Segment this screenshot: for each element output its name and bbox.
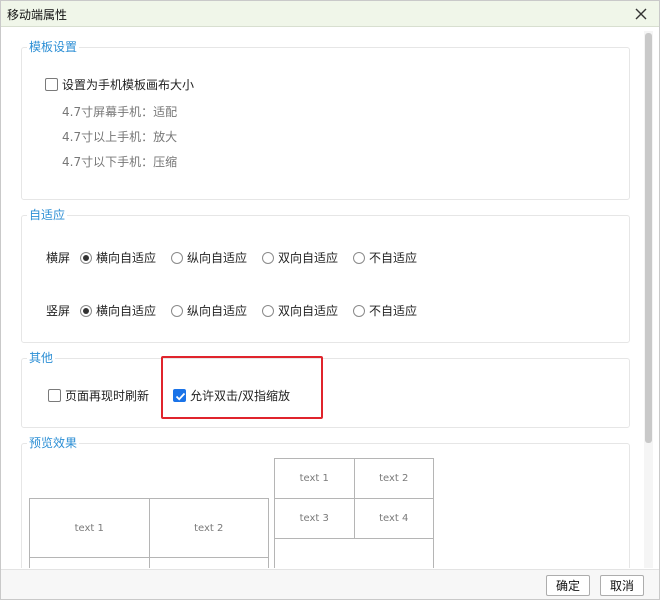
checkbox-label: 设置为手机模板画布大小: [62, 78, 195, 92]
radio-indicator[interactable]: [171, 304, 183, 317]
mobile-properties-dialog: 移动端属性 模板设置 设置为手机模板画布大小 4.7寸屏幕手机：适配 4.7寸以…: [0, 0, 660, 600]
title-bar: 移动端属性: [1, 1, 659, 27]
group-title-adaptive: 自适应: [27, 206, 68, 223]
note-shrink: 4.7寸以下手机：压缩: [62, 155, 178, 169]
table-cell: text 3: [274, 498, 355, 539]
radio-label: 纵向自适应: [187, 251, 248, 265]
adaptive-group: 自适应 横屏 横向自适应 纵向自适应 双向自适应 不自适应 竖屏 横向自适应 纵…: [21, 206, 630, 343]
landscape-vertical-radio[interactable]: 纵向自适应: [171, 249, 247, 266]
table-cell: text 1: [274, 458, 355, 499]
checkbox-box[interactable]: [48, 389, 61, 402]
scrollbar-thumb[interactable]: [645, 33, 652, 443]
radio-indicator[interactable]: [80, 251, 92, 264]
landscape-label: 横屏: [46, 251, 71, 265]
table-cell: text 1: [29, 498, 150, 558]
landscape-none-radio[interactable]: 不自适应: [353, 249, 417, 266]
content-scroll-area[interactable]: 模板设置 设置为手机模板画布大小 4.7寸屏幕手机：适配 4.7寸以上手机：放大…: [11, 31, 647, 568]
vertical-scrollbar[interactable]: [644, 31, 653, 568]
table-cell: [29, 557, 150, 568]
radio-label: 双向自适应: [278, 304, 339, 318]
close-icon: [635, 8, 647, 20]
group-title-other: 其他: [27, 349, 56, 366]
other-group: 其他 页面再现时刷新 允许双击/双指缩放: [21, 349, 630, 428]
table-row: text 1 text 2: [274, 458, 434, 499]
note-enlarge: 4.7寸以上手机：放大: [62, 130, 178, 144]
portrait-vertical-radio[interactable]: 纵向自适应: [171, 302, 247, 319]
portrait-none-radio[interactable]: 不自适应: [353, 302, 417, 319]
radio-label: 不自适应: [369, 251, 418, 265]
ok-button[interactable]: 确定: [546, 575, 590, 596]
radio-indicator[interactable]: [80, 304, 92, 317]
group-title-template: 模板设置: [27, 38, 80, 55]
template-settings-group: 模板设置 设置为手机模板画布大小 4.7寸屏幕手机：适配 4.7寸以上手机：放大…: [21, 38, 630, 200]
checkbox-label: 页面再现时刷新: [65, 389, 150, 403]
checkbox-box[interactable]: [45, 78, 58, 91]
portrait-label: 竖屏: [46, 304, 71, 318]
radio-label: 横向自适应: [96, 251, 157, 265]
table-row: [274, 538, 434, 568]
portrait-both-radio[interactable]: 双向自适应: [262, 302, 338, 319]
radio-indicator[interactable]: [262, 304, 274, 317]
phone-template-checkbox[interactable]: 设置为手机模板画布大小: [45, 76, 194, 93]
table-cell: text 2: [353, 458, 434, 499]
table-cell: text 4: [353, 498, 434, 539]
close-button[interactable]: [631, 4, 651, 24]
table-cell: text 2: [148, 498, 269, 558]
landscape-horizontal-radio[interactable]: 横向自适应: [80, 249, 156, 266]
radio-indicator[interactable]: [353, 304, 365, 317]
radio-label: 双向自适应: [278, 251, 339, 265]
cancel-button[interactable]: 取消: [600, 575, 644, 596]
preview-table-left: text 1 text 2: [29, 498, 269, 568]
landscape-both-radio[interactable]: 双向自适应: [262, 249, 338, 266]
refresh-on-show-checkbox[interactable]: 页面再现时刷新: [48, 387, 149, 404]
radio-label: 不自适应: [369, 304, 418, 318]
table-cell-empty: [274, 538, 434, 568]
table-row: [29, 557, 269, 568]
radio-label: 纵向自适应: [187, 304, 248, 318]
window-title: 移动端属性: [7, 8, 68, 22]
radio-indicator[interactable]: [353, 251, 365, 264]
radio-indicator[interactable]: [262, 251, 274, 264]
radio-indicator[interactable]: [171, 251, 183, 264]
dialog-footer: 确定 取消: [1, 569, 659, 599]
table-row: text 3 text 4: [274, 498, 434, 539]
preview-table-right: text 1 text 2 text 3 text 4: [274, 458, 434, 568]
table-row: text 1 text 2: [29, 498, 269, 558]
note-adapt: 4.7寸屏幕手机：适配: [62, 105, 178, 119]
group-title-preview: 预览效果: [27, 434, 80, 451]
highlight-box: [161, 356, 323, 419]
table-cell: [148, 557, 269, 568]
portrait-horizontal-radio[interactable]: 横向自适应: [80, 302, 156, 319]
radio-label: 横向自适应: [96, 304, 157, 318]
